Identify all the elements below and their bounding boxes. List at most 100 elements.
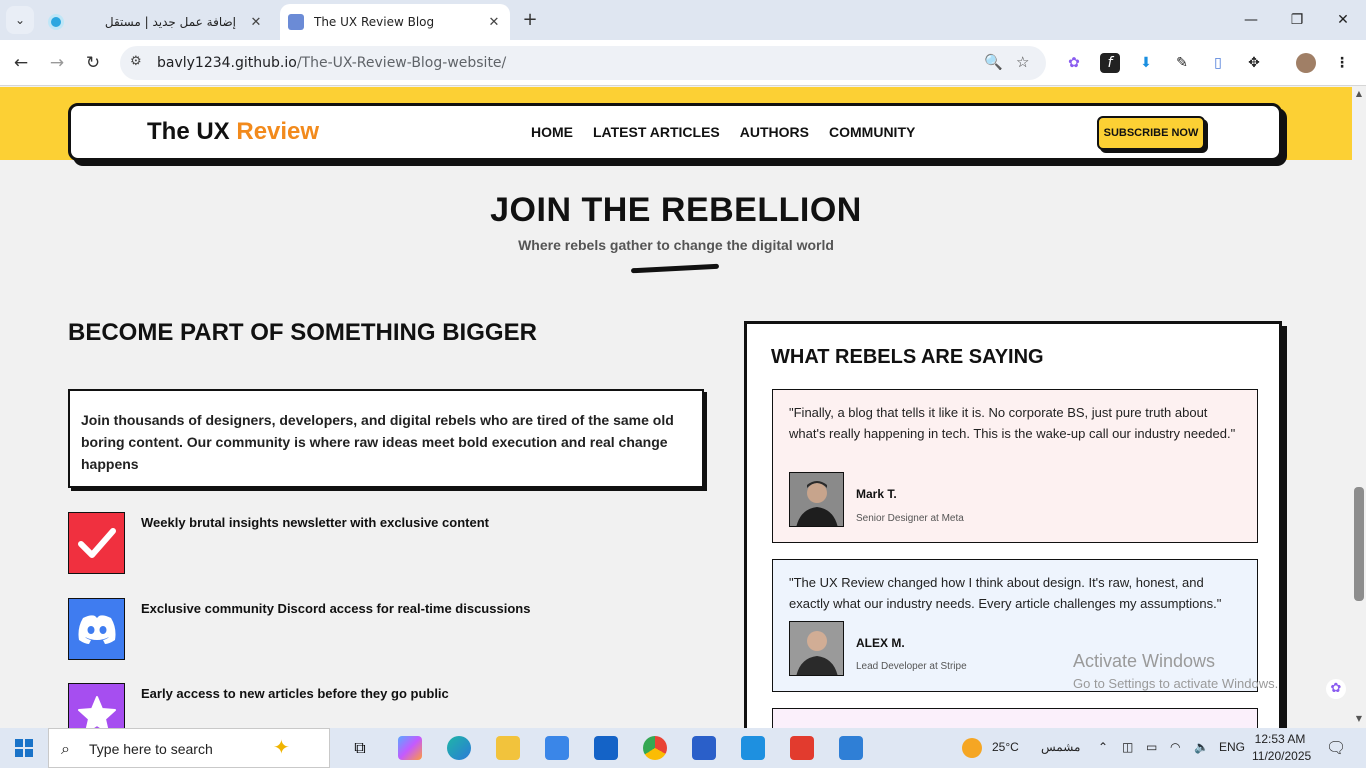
testimonial-card [772,708,1258,728]
copilot-icon[interactable] [398,736,422,760]
forward-button[interactable]: → [44,50,70,76]
task-view-icon[interactable]: ⧉ [348,736,372,760]
weather-icon[interactable] [962,738,982,758]
subscribe-button[interactable]: SUBSCRIBE NOW [1097,116,1205,150]
download-icon[interactable]: ⬇ [1136,53,1156,73]
file-explorer-icon[interactable] [496,736,520,760]
show-hidden-icons-icon[interactable]: ⌃ [1098,740,1108,754]
page-scrollbar[interactable]: ▲ ▼ [1352,87,1366,728]
profile-avatar-icon[interactable] [1296,53,1316,73]
clock-time: 12:53 AM [1254,732,1306,746]
feature-early-access: Early access to new articles before they… [68,683,708,728]
nav-links: HOME LATEST ARTICLES AUTHORS COMMUNITY [531,124,915,140]
taskbar-clock[interactable]: 12:53 AM 11/20/2025 [1252,731,1312,765]
tab-title: إضافة عمل جديد | مستقل [104,15,236,29]
battery-icon[interactable]: ▭ [1146,740,1157,754]
testimonial-role: Lead Developer at Stripe [856,661,967,672]
nav-community[interactable]: COMMUNITY [829,124,915,140]
chrome-icon[interactable] [643,736,667,760]
section-subtitle: Where rebels gather to change the digita… [518,237,834,253]
testimonial-role: Senior Designer at Meta [856,513,964,524]
windows-activation-watermark: Activate Windows Go to Settings to activ… [1073,651,1279,691]
start-button[interactable] [0,728,48,768]
clock-date: 11/20/2025 [1252,749,1312,763]
testimonial-name: ALEX M. [856,636,905,650]
volume-icon[interactable]: 🔈 [1194,740,1209,754]
weather-label[interactable]: مشمس [1041,740,1080,754]
site-logo[interactable]: The UX Review [147,118,319,146]
close-tab-icon[interactable]: ✕ [484,15,504,30]
zoom-icon[interactable]: 🔍 [984,53,1003,71]
meet-now-icon[interactable]: ◫ [1122,740,1133,754]
address-bar[interactable]: ⚙ bavly1234.github.io/The-UX-Review-Blog… [120,46,1046,80]
color-picker-icon[interactable]: ✎ [1172,53,1192,73]
search-icon: ⌕ [61,739,70,758]
app-icon[interactable] [839,736,863,760]
star-icon [68,683,125,728]
back-button[interactable]: ← [8,50,34,76]
testimonial-quote: "Finally, a blog that tells it like it i… [789,405,1236,441]
notifications-icon[interactable]: 🗨 [1326,738,1346,758]
extension-font-icon[interactable]: f [1100,53,1120,73]
tab-search-button[interactable]: ⌄ [6,6,34,34]
browser-menu-icon[interactable]: ⋮ [1332,53,1352,73]
tab-title: The UX Review Blog [314,15,435,29]
avatar [789,472,844,527]
testimonials-heading: WHAT REBELS ARE SAYING [771,346,1044,368]
new-tab-button[interactable]: + [518,8,542,32]
web-page: The UX Review HOME LATEST ARTICLES AUTHO… [0,87,1352,728]
wifi-icon[interactable]: ◠ [1170,740,1180,754]
community-intro: Join thousands of designers, developers,… [68,389,704,488]
minimize-button[interactable]: — [1228,0,1274,40]
floating-ai-icon[interactable]: ✿ [1326,679,1346,699]
site-settings-icon[interactable]: ⚙ [130,54,142,69]
search-highlight-icon: ✦ [273,735,290,759]
language-indicator[interactable]: ENG [1219,740,1245,754]
tab-ux-review[interactable]: The UX Review Blog ✕ [280,4,510,40]
community-heading: BECOME PART OF SOMETHING BIGGER [68,319,537,346]
window-close-button[interactable]: ✕ [1320,0,1366,40]
scroll-up-icon[interactable]: ▲ [1354,89,1364,98]
browser-toolbar: ← → ↻ ⚙ bavly1234.github.io/The-UX-Revie… [0,40,1366,86]
scroll-down-icon[interactable]: ▼ [1354,714,1364,723]
scrollbar-thumb[interactable] [1354,487,1364,601]
close-tab-icon[interactable]: ✕ [246,15,266,30]
title-underline [630,263,720,274]
weather-temp[interactable]: 25°C [992,740,1019,754]
mostaql-favicon-icon [48,14,64,30]
power-app-icon[interactable] [790,736,814,760]
store-icon[interactable] [545,736,569,760]
url-text[interactable]: bavly1234.github.io/The-UX-Review-Blog-w… [157,55,506,71]
windows-taskbar: ⌕ Type here to search ✦ ⧉ 25°C مشمس ⌃ ◫ … [0,728,1366,768]
extensions-puzzle-icon[interactable]: ✥ [1244,53,1264,73]
feature-text: Weekly brutal insights newsletter with e… [141,515,489,530]
check-icon [68,512,125,574]
tab-mostaql[interactable]: إضافة عمل جديد | مستقل ✕ [40,4,272,40]
browser-tab-strip: ⌄ إضافة عمل جديد | مستقل ✕ The UX Review… [0,0,1366,40]
section-title: JOIN THE REBELLION [490,191,862,229]
nav-latest-articles[interactable]: LATEST ARTICLES [593,124,720,140]
testimonial-quote: "The UX Review changed how I think about… [789,575,1222,611]
search-placeholder: Type here to search [89,741,213,757]
feature-newsletter: Weekly brutal insights newsletter with e… [68,512,708,574]
app-icon[interactable] [692,736,716,760]
testimonial-card: "Finally, a blog that tells it like it i… [772,389,1258,543]
restore-button[interactable]: ❐ [1274,0,1320,40]
reload-button[interactable]: ↻ [80,50,106,76]
page-favicon-icon [288,14,304,30]
avatar [789,621,844,676]
edge-icon[interactable] [447,736,471,760]
taskbar-search[interactable]: ⌕ Type here to search ✦ [48,728,330,768]
site-navbar: The UX Review HOME LATEST ARTICLES AUTHO… [68,103,1282,161]
discord-icon [68,598,125,660]
nav-authors[interactable]: AUTHORS [740,124,809,140]
feature-text: Exclusive community Discord access for r… [141,601,531,616]
bookmark-star-icon[interactable]: ☆ [1016,53,1029,71]
testimonial-name: Mark T. [856,487,897,501]
nav-home[interactable]: HOME [531,124,573,140]
feature-discord: Exclusive community Discord access for r… [68,598,708,660]
extension-docs-icon[interactable]: ▯ [1208,53,1228,73]
extension-ai-icon[interactable]: ✿ [1064,53,1084,73]
outlook-icon[interactable] [594,736,618,760]
app-icon[interactable] [741,736,765,760]
